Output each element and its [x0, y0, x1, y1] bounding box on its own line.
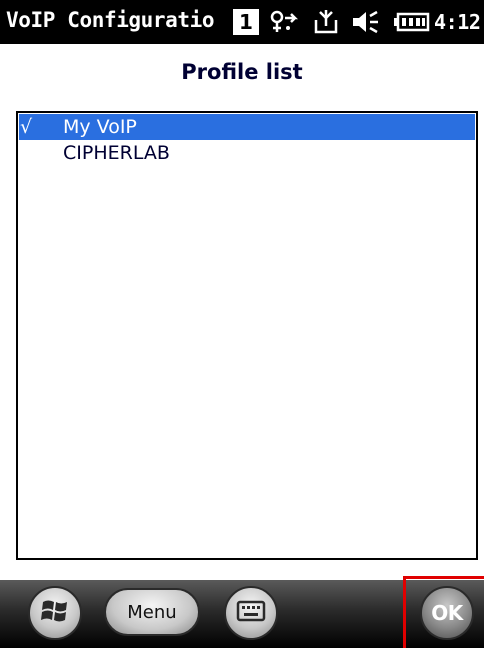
list-item-label: CIPHERLAB [63, 142, 170, 164]
windows-start-icon [40, 596, 70, 630]
ok-label: OK [431, 601, 463, 625]
title-bar: VoIP Configuratio 1 4:12 [0, 0, 484, 44]
volume-icon[interactable] [350, 8, 382, 36]
connectivity-icon[interactable] [268, 8, 300, 36]
list-item-label: My VoIP [63, 116, 137, 138]
keyboard-icon [236, 599, 266, 627]
start-button[interactable] [28, 586, 82, 640]
profile-list[interactable]: √ My VoIP CIPHERLAB [16, 111, 478, 560]
check-mark-icon: √ [20, 116, 33, 138]
ok-button[interactable]: OK [420, 586, 474, 640]
page-title: Profile list [181, 60, 303, 84]
battery-icon[interactable] [392, 8, 430, 36]
keyboard-button[interactable] [224, 586, 278, 640]
clock-time[interactable]: 4:12 [434, 10, 481, 34]
notification-badge[interactable]: 1 [233, 9, 259, 35]
list-item-cipherlab[interactable]: CIPHERLAB [19, 140, 475, 166]
list-item-my-voip[interactable]: √ My VoIP [19, 114, 475, 140]
menu-button[interactable]: Menu [104, 588, 200, 636]
sync-icon[interactable] [310, 8, 342, 36]
window-title: VoIP Configuratio [6, 8, 215, 32]
softkey-bar: Menu OK [0, 580, 484, 648]
